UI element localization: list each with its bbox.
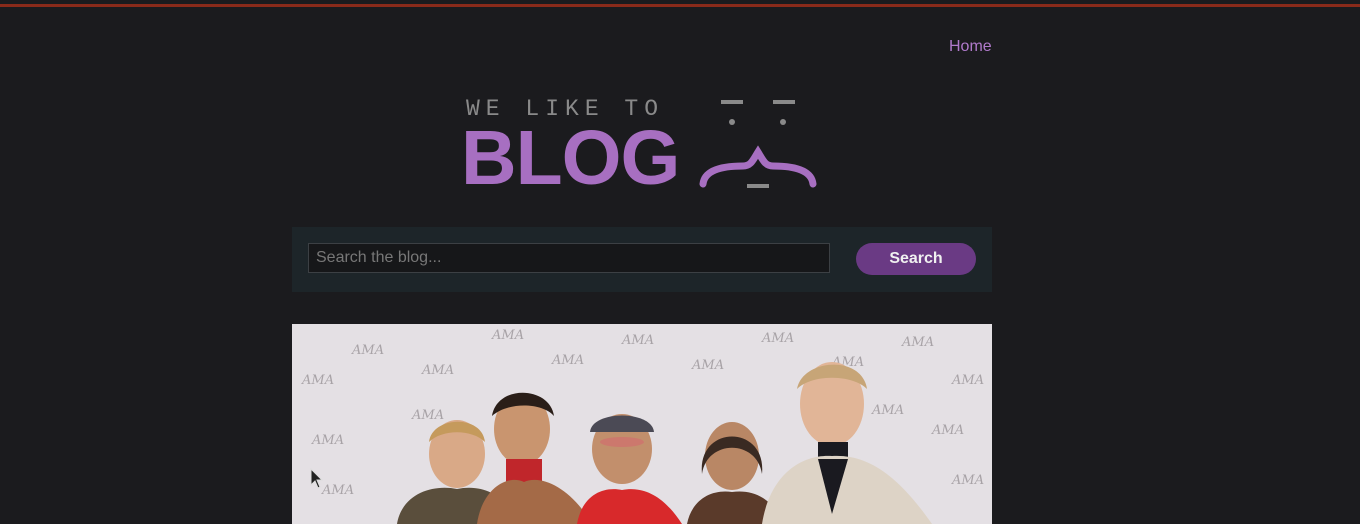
svg-text:AMA: AMA xyxy=(871,403,904,418)
svg-text:AMA: AMA xyxy=(551,353,584,368)
site-logo[interactable]: WE LIKE TO BLOG xyxy=(460,94,830,198)
svg-text:AMA: AMA xyxy=(901,335,934,350)
svg-text:AMA: AMA xyxy=(931,423,964,438)
mouse-cursor-icon xyxy=(310,468,324,489)
logo-face-icon xyxy=(699,100,817,188)
search-input[interactable] xyxy=(308,243,830,273)
svg-text:AMA: AMA xyxy=(951,473,984,488)
svg-text:AMA: AMA xyxy=(951,373,984,388)
svg-text:AMA: AMA xyxy=(761,331,794,346)
logo-word: BLOG xyxy=(461,115,680,201)
svg-text:AMA: AMA xyxy=(351,343,384,358)
search-button[interactable]: Search xyxy=(856,243,976,275)
nav-home-link[interactable]: Home xyxy=(949,38,992,56)
svg-text:AMA: AMA xyxy=(301,373,334,388)
svg-text:AMA: AMA xyxy=(421,363,454,378)
search-panel: Search xyxy=(292,227,992,292)
top-accent-bar xyxy=(0,4,1360,7)
hero-image: AMA AMA AMA AMA AMA AMA AMA AMA AMA AMA AMA AMA … xyxy=(292,324,992,524)
svg-text:AMA: AMA xyxy=(311,433,344,448)
svg-text:AMA: AMA xyxy=(411,408,444,423)
svg-text:AMA: AMA xyxy=(321,483,354,498)
svg-text:AMA: AMA xyxy=(691,358,724,373)
svg-text:AMA: AMA xyxy=(491,328,524,343)
svg-text:AMA: AMA xyxy=(621,333,654,348)
